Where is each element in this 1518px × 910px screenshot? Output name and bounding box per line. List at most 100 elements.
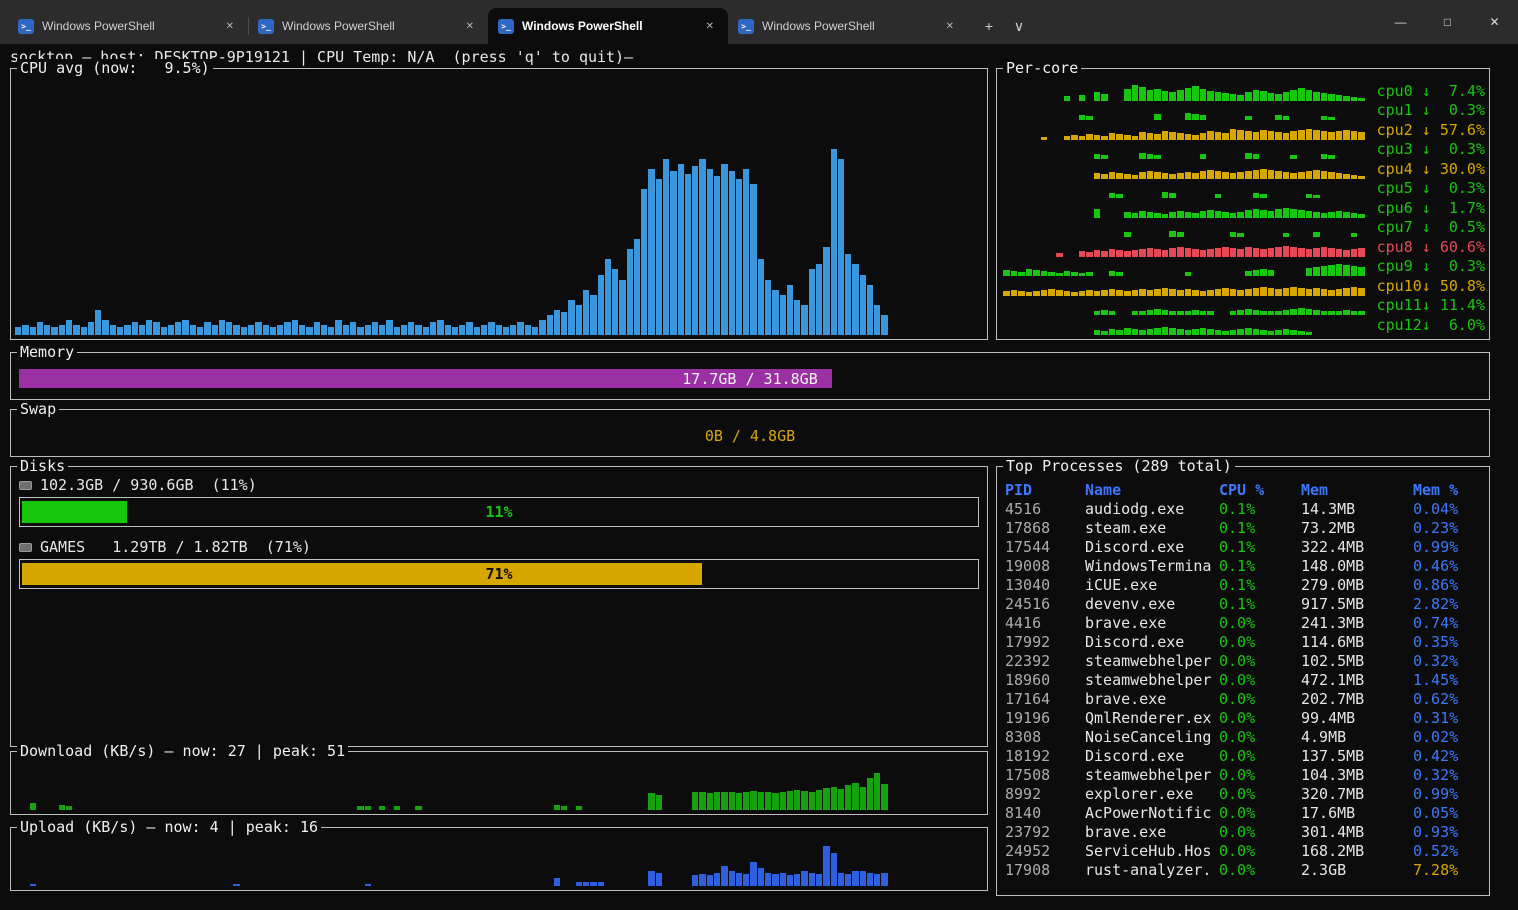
sparkline-bar — [1298, 308, 1305, 316]
chart-bar — [503, 327, 509, 335]
core-label: cpu1 ↓ 0.3% — [1373, 101, 1485, 120]
chart-bar — [124, 325, 130, 335]
sparkline-bar — [1154, 309, 1161, 316]
chart-bar — [365, 325, 371, 335]
process-pid: 8308 — [1005, 728, 1085, 747]
process-row-11[interactable]: 19196QmlRenderer.ex0.0%99.4MB0.31% — [997, 709, 1487, 728]
core-label: cpu12↓ 6.0% — [1373, 316, 1485, 335]
chart-bar — [845, 254, 851, 335]
chart-bar — [772, 874, 778, 886]
sparkline-bar — [1132, 85, 1139, 101]
process-pid: 8992 — [1005, 785, 1085, 804]
chart-bar — [117, 327, 123, 335]
tab-dropdown-button[interactable]: ∨ — [1004, 12, 1034, 40]
chart-bar — [314, 322, 320, 335]
process-row-13[interactable]: 18192Discord.exe0.0%137.5MB0.42% — [997, 747, 1487, 766]
process-pid: 23792 — [1005, 823, 1085, 842]
process-row-18[interactable]: 24952ServiceHub.Hos0.0%168.2MB0.52% — [997, 842, 1487, 861]
sparkline-bar — [1169, 248, 1176, 257]
sparkline-bar — [1283, 246, 1290, 257]
core-label: cpu3 ↓ 0.3% — [1373, 140, 1485, 159]
process-row-16[interactable]: 8140AcPowerNotific0.0%17.6MB0.05% — [997, 804, 1487, 823]
upload-title: Upload (KB/s) — now: 4 | peak: 16 — [17, 818, 321, 836]
process-row-12[interactable]: 8308NoiseCanceling0.0%4.9MB0.02% — [997, 728, 1487, 747]
sparkline-bar — [1313, 288, 1320, 296]
sparkline-bar — [1306, 129, 1313, 140]
process-mem-pct: 0.31% — [1413, 709, 1487, 728]
process-row-15[interactable]: 8992explorer.exe0.0%320.7MB0.99% — [997, 785, 1487, 804]
process-row-4[interactable]: 13040iCUE.exe0.1%279.0MB0.86% — [997, 576, 1487, 595]
process-row-7[interactable]: 17992Discord.exe0.0%114.6MB0.35% — [997, 633, 1487, 652]
process-mem: 241.3MB — [1301, 614, 1413, 633]
sparkline-bar — [1321, 171, 1328, 179]
chart-bar — [816, 264, 822, 335]
process-row-1[interactable]: 17868steam.exe0.1%73.2MB0.23% — [997, 519, 1487, 538]
process-mem: 301.4MB — [1301, 823, 1413, 842]
tab-windows-powershell-1[interactable]: >_Windows PowerShell✕ — [248, 8, 488, 44]
chart-bar — [576, 305, 582, 335]
chart-bar — [95, 310, 101, 335]
chart-bar — [466, 322, 472, 335]
process-row-8[interactable]: 22392steamwebhelper0.0%102.5MB0.32% — [997, 652, 1487, 671]
tab-windows-powershell-3[interactable]: >_Windows PowerShell✕ — [728, 8, 968, 44]
chart-bar — [598, 882, 604, 886]
process-row-14[interactable]: 17508steamwebhelper0.0%104.3MB0.32% — [997, 766, 1487, 785]
sparkline-bar — [1298, 288, 1305, 296]
minimize-button[interactable]: — — [1377, 0, 1424, 44]
tab-windows-powershell-2[interactable]: >_Windows PowerShell✕ — [488, 8, 728, 44]
maximize-button[interactable]: □ — [1424, 0, 1471, 44]
sparkline-bar — [1245, 328, 1252, 335]
process-row-6[interactable]: 4416brave.exe0.0%241.3MB0.74% — [997, 614, 1487, 633]
chart-bar — [598, 275, 604, 335]
process-cpu: 0.0% — [1219, 728, 1301, 747]
sparkline-bar — [1154, 172, 1161, 179]
sparkline-bar — [1351, 287, 1358, 296]
sparkline-bar — [1275, 330, 1282, 335]
sparkline-bar — [1109, 172, 1116, 179]
tab-close-icon[interactable]: ✕ — [462, 19, 478, 34]
process-cpu: 0.1% — [1219, 595, 1301, 614]
tab-windows-powershell-0[interactable]: >_Windows PowerShell✕ — [8, 8, 248, 44]
sparkline-bar — [1147, 133, 1154, 140]
process-row-17[interactable]: 23792brave.exe0.0%301.4MB0.93% — [997, 823, 1487, 842]
sparkline-bar — [1026, 269, 1033, 276]
close-button[interactable]: ✕ — [1471, 0, 1518, 44]
chart-bar — [583, 290, 589, 335]
process-row-0[interactable]: 4516audiodg.exe0.1%14.3MB0.04% — [997, 500, 1487, 519]
process-row-5[interactable]: 24516devenv.exe0.1%917.5MB2.82% — [997, 595, 1487, 614]
tab-close-icon[interactable]: ✕ — [702, 19, 718, 34]
process-row-10[interactable]: 17164brave.exe0.0%202.7MB0.62% — [997, 690, 1487, 709]
core-label: cpu5 ↓ 0.3% — [1373, 179, 1485, 198]
sparkline-bar — [1185, 88, 1192, 101]
new-tab-button[interactable]: + — [974, 12, 1004, 40]
process-name: brave.exe — [1085, 690, 1219, 709]
process-mem: 102.5MB — [1301, 652, 1413, 671]
tab-title: Windows PowerShell — [522, 19, 694, 33]
tab-close-icon[interactable]: ✕ — [942, 19, 958, 34]
chart-bar — [350, 322, 356, 335]
sparkline-bar — [1101, 94, 1108, 101]
chart-bar — [59, 805, 65, 810]
sparkline-bar — [1283, 92, 1290, 101]
chart-bar — [81, 327, 87, 335]
core-row-12: cpu12↓ 6.0% — [1003, 315, 1485, 335]
core-row-8: cpu8 ↓ 60.6% — [1003, 237, 1485, 257]
sparkline-bar — [1306, 171, 1313, 179]
sparkline-bar — [1306, 249, 1313, 257]
process-row-3[interactable]: 19008WindowsTermina0.1%148.0MB0.46% — [997, 557, 1487, 576]
sparkline-bar — [1207, 329, 1214, 335]
process-name: steamwebhelper — [1085, 766, 1219, 785]
process-row-2[interactable]: 17544Discord.exe0.1%322.4MB0.99% — [997, 538, 1487, 557]
process-row-19[interactable]: 17908rust-analyzer.0.0%2.3GB7.28% — [997, 861, 1487, 880]
chart-bar — [765, 280, 771, 335]
process-name: devenv.exe — [1085, 595, 1219, 614]
sparkline-bar — [1290, 287, 1297, 296]
sparkline-bar — [1162, 91, 1169, 101]
process-row-9[interactable]: 18960steamwebhelper0.0%472.1MB1.45% — [997, 671, 1487, 690]
chart-bar — [241, 327, 247, 335]
chart-bar — [831, 149, 837, 335]
tab-close-icon[interactable]: ✕ — [222, 19, 238, 34]
chart-bar — [750, 862, 756, 886]
disk-list: 102.3GB / 930.6GB (11%)11%GAMES 1.29TB /… — [19, 475, 979, 599]
chart-bar — [365, 884, 371, 886]
